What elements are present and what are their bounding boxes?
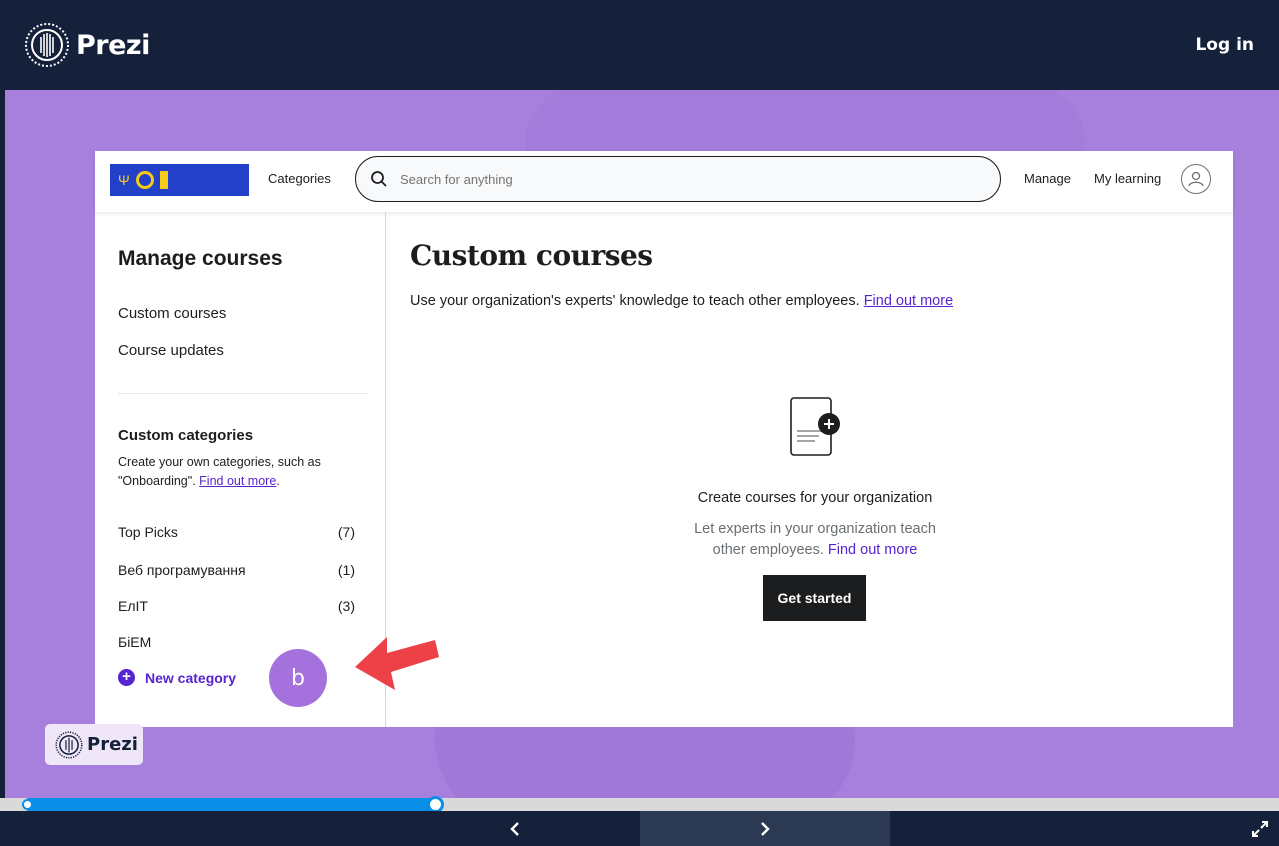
sidebar: Manage courses Custom courses Course upd… [95,212,386,727]
category-count: (1) [337,562,355,578]
new-category-button[interactable]: + New category [118,669,236,686]
embedded-screenshot: Ψ Categories Manage My learning [95,151,1233,727]
custom-categories-title: Custom categories [118,427,254,444]
find-out-more-link[interactable]: Find out more [828,542,917,558]
sidebar-item-custom-courses[interactable]: Custom courses [118,305,226,322]
document-add-icon [790,397,840,456]
category-item[interactable]: БіЕМ [118,634,355,650]
empty-desc-line2-wrap: other employees. Find out more [515,540,1115,561]
find-out-more-link[interactable]: Find out more [199,474,276,488]
brand-name: Prezi [76,29,150,61]
category-name: БіЕМ [118,634,152,650]
prezi-logo[interactable]: Prezi [24,22,150,68]
progress-start-marker [22,799,33,810]
badge-label: Prezi [87,734,138,755]
manage-link[interactable]: Manage [1024,171,1071,186]
empty-desc-line2: other employees. [712,542,824,558]
app-header: Ψ Categories Manage My learning [95,151,1233,212]
category-item[interactable]: Top Picks (7) [118,524,355,540]
plus-icon: + [118,669,135,686]
prezi-badge[interactable]: Prezi [45,724,143,765]
sidebar-title: Manage courses [118,247,283,270]
divider [118,393,368,394]
empty-state-title: Create courses for your organization [697,490,933,506]
presentation-stage[interactable]: Ψ Categories Manage My learning [5,90,1279,798]
avatar[interactable] [1181,164,1211,194]
page-subtitle: Use your organization's experts' knowled… [410,293,953,309]
progress-fill [27,798,435,811]
chevron-left-icon [510,821,519,836]
trident-icon: Ψ [118,172,130,188]
logo-bar-shape [159,171,168,189]
custom-categories-desc: Create your own categories, such as "Onb… [118,455,321,488]
login-button[interactable]: Log in [1195,35,1254,55]
categories-link[interactable]: Categories [268,171,331,186]
new-category-label: New category [145,669,237,686]
category-name: ЕлІТ [118,598,148,614]
red-arrow-icon [355,637,439,690]
previous-button[interactable] [500,811,530,846]
category-item[interactable]: ЕлІТ (3) [118,598,355,614]
empty-desc-line1: Let experts in your organization teach [694,521,936,537]
prezi-logo-icon [25,23,69,67]
sidebar-item-course-updates[interactable]: Course updates [118,342,224,359]
search-box[interactable] [355,156,1001,202]
next-button[interactable] [640,811,890,846]
get-started-button[interactable]: Get started [763,575,866,621]
category-count: (7) [337,524,355,540]
empty-state-desc: Let experts in your organization teach o… [515,519,1115,561]
user-icon [1188,171,1204,187]
subtitle-text: Use your organization's experts' knowled… [410,293,860,309]
fullscreen-icon[interactable] [1250,819,1270,839]
organization-logo[interactable]: Ψ [110,164,249,196]
my-learning-link[interactable]: My learning [1094,171,1161,186]
category-item[interactable]: Веб програмування (1) [118,562,355,578]
progress-bar[interactable] [0,796,1279,813]
logo-o-shape [135,171,154,189]
chevron-right-icon [761,821,770,836]
bottom-controls [0,811,1279,846]
find-out-more-link[interactable]: Find out more [864,293,953,309]
category-count: (3) [337,598,355,614]
category-name: Top Picks [118,524,178,540]
category-name: Веб програмування [118,562,246,578]
top-bar: Prezi Log in [0,0,1279,90]
search-input[interactable] [400,171,960,187]
cursor-highlight: b [269,649,327,707]
page-title: Custom courses [410,239,653,272]
prezi-logo-icon [55,730,83,759]
search-icon [371,171,387,187]
